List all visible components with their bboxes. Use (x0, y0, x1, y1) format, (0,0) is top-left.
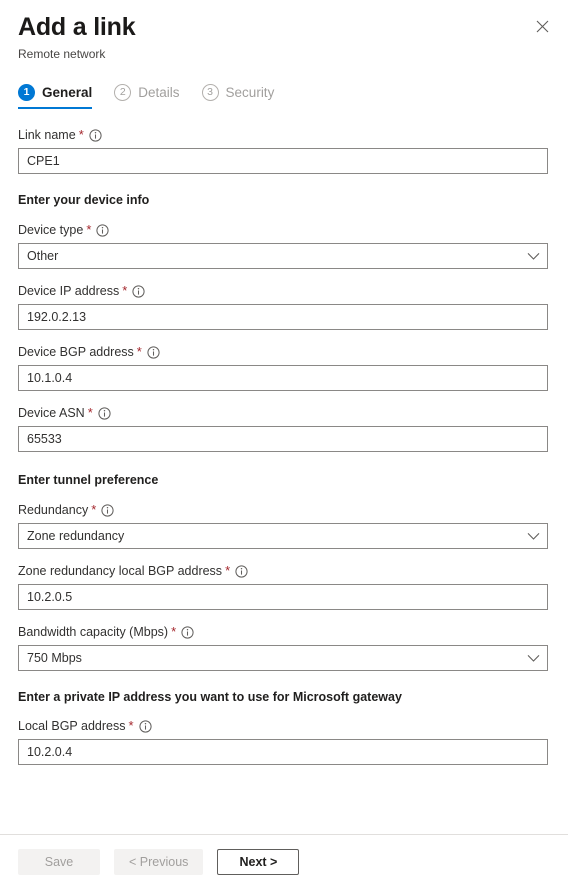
device-asn-label-text: Device ASN (18, 406, 85, 420)
local-bgp-label: Local BGP address * (18, 718, 550, 734)
device-asn-label: Device ASN * (18, 405, 550, 421)
field-local-bgp: Local BGP address * (18, 718, 550, 765)
bandwidth-value: 750 Mbps (27, 651, 82, 665)
section-heading-tunnel-preference: Enter tunnel preference (18, 473, 159, 487)
device-bgp-label-text: Device BGP address (18, 345, 134, 359)
panel-header: Add a link Remote network (0, 0, 568, 62)
panel-footer: Save < Previous Next > (0, 834, 568, 890)
bandwidth-label-text: Bandwidth capacity (Mbps) (18, 625, 169, 639)
info-icon[interactable] (147, 345, 160, 359)
form-body: Link name * Enter your device info Devic… (0, 109, 568, 834)
field-device-asn: Device ASN * (18, 405, 550, 452)
add-link-panel: Add a link Remote network 1 General 2 De… (0, 0, 568, 890)
info-icon[interactable] (235, 564, 248, 578)
zone-redundancy-bgp-label-text: Zone redundancy local BGP address (18, 564, 223, 578)
info-icon[interactable] (101, 503, 114, 517)
next-button[interactable]: Next > (217, 849, 300, 875)
device-ip-input[interactable] (18, 304, 548, 330)
field-zone-redundancy-bgp: Zone redundancy local BGP address * (18, 563, 550, 610)
page-subtitle: Remote network (18, 47, 106, 61)
bandwidth-label: Bandwidth capacity (Mbps) * (18, 624, 550, 640)
field-device-bgp: Device BGP address * (18, 344, 550, 391)
field-link-name: Link name * (18, 127, 550, 174)
required-indicator: * (122, 283, 128, 298)
device-ip-label-text: Device IP address (18, 284, 120, 298)
required-indicator: * (136, 344, 142, 359)
previous-button[interactable]: < Previous (114, 849, 204, 875)
device-bgp-label: Device BGP address * (18, 344, 550, 360)
bandwidth-select[interactable]: 750 Mbps (18, 645, 548, 671)
link-name-label: Link name * (18, 127, 550, 143)
info-icon[interactable] (181, 625, 194, 639)
link-name-input[interactable] (18, 148, 548, 174)
required-indicator: * (87, 405, 93, 420)
redundancy-select-wrap: Zone redundancy (18, 523, 548, 549)
local-bgp-label-text: Local BGP address (18, 719, 126, 733)
device-type-select[interactable]: Other (18, 243, 548, 269)
required-indicator: * (225, 563, 231, 578)
required-indicator: * (86, 222, 92, 237)
device-asn-input[interactable] (18, 426, 548, 452)
device-type-label-text: Device type (18, 223, 84, 237)
field-redundancy: Redundancy * Zone redundancy (18, 502, 550, 549)
required-indicator: * (91, 502, 97, 517)
required-indicator: * (128, 718, 134, 733)
tab-details-label: Details (138, 85, 180, 100)
save-button[interactable]: Save (18, 849, 100, 875)
redundancy-label: Redundancy * (18, 502, 550, 518)
field-device-ip: Device IP address * (18, 283, 550, 330)
field-device-type: Device type * Other (18, 222, 550, 269)
device-bgp-input[interactable] (18, 365, 548, 391)
tab-details[interactable]: 2 Details (114, 84, 180, 109)
device-type-value: Other (27, 249, 59, 263)
wizard-tabs: 1 General 2 Details 3 Security (0, 84, 568, 109)
close-icon (536, 20, 549, 33)
close-button[interactable] (526, 10, 558, 42)
section-heading-gateway-ip: Enter a private IP address you want to u… (18, 690, 402, 704)
tab-security-label: Security (225, 85, 275, 100)
step-number-3: 3 (201, 84, 219, 101)
redundancy-select[interactable]: Zone redundancy (18, 523, 548, 549)
field-bandwidth-capacity: Bandwidth capacity (Mbps) * 750 Mbps (18, 624, 550, 671)
info-icon[interactable] (96, 223, 109, 237)
step-number-1: 1 (18, 84, 35, 101)
bandwidth-select-wrap: 750 Mbps (18, 645, 548, 671)
zone-redundancy-bgp-label: Zone redundancy local BGP address * (18, 563, 550, 579)
device-type-label: Device type * (18, 222, 550, 238)
tab-general-label: General (42, 85, 93, 100)
step-number-2: 2 (114, 84, 132, 101)
zone-redundancy-bgp-input[interactable] (18, 584, 548, 610)
local-bgp-input[interactable] (18, 739, 548, 765)
device-ip-label: Device IP address * (18, 283, 550, 299)
page-title: Add a link (18, 13, 136, 41)
tab-security[interactable]: 3 Security (201, 84, 275, 109)
redundancy-value: Zone redundancy (27, 529, 125, 543)
tab-general[interactable]: 1 General (18, 84, 93, 109)
device-type-select-wrap: Other (18, 243, 548, 269)
required-indicator: * (171, 624, 177, 639)
info-icon[interactable] (138, 719, 152, 733)
redundancy-label-text: Redundancy (18, 503, 89, 517)
section-heading-device-info: Enter your device info (18, 193, 150, 207)
info-icon[interactable] (132, 284, 145, 298)
info-icon[interactable] (98, 406, 111, 420)
required-indicator: * (78, 127, 84, 142)
info-icon[interactable] (89, 128, 102, 142)
link-name-label-text: Link name (18, 128, 76, 142)
